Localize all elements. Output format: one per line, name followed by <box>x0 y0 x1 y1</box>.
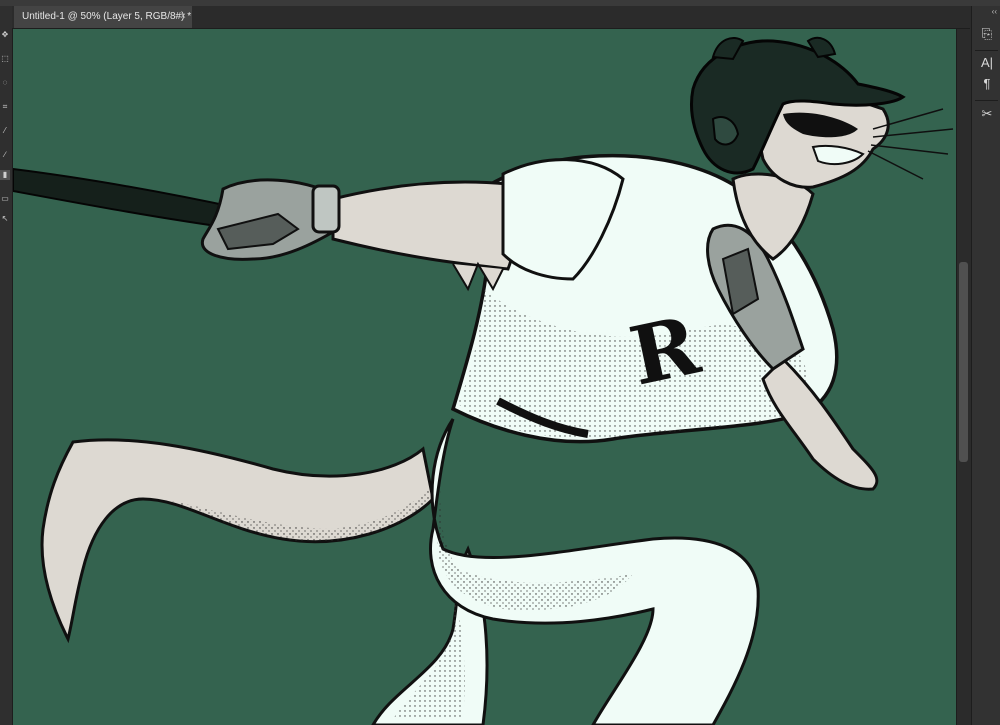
document-tab-bar: Untitled-1 @ 50% (Layer 5, RGB/8#) * × <box>12 6 970 29</box>
eraser-tool-icon[interactable]: ▮ <box>0 170 10 180</box>
type-tool-icon[interactable]: ↖ <box>0 214 10 224</box>
artwork-canvas[interactable]: D R <box>13 29 956 725</box>
document-tab-title: Untitled-1 @ 50% (Layer 5, RGB/8#) * <box>22 11 192 22</box>
character-panel-icon[interactable]: A| <box>977 53 997 73</box>
collapse-panels-icon[interactable]: ‹‹ <box>972 6 1000 18</box>
canvas-area[interactable]: D R <box>13 29 956 725</box>
panel-divider <box>975 50 998 51</box>
panel-divider <box>975 100 998 101</box>
close-tab-icon[interactable]: × <box>180 6 186 28</box>
glove-wristband <box>311 184 341 234</box>
history-panel-icon[interactable]: ⎘ <box>977 24 997 44</box>
paragraph-panel-icon[interactable]: ¶ <box>977 74 997 94</box>
lasso-tool-icon[interactable]: ◌ <box>0 78 10 88</box>
move-tool-icon[interactable]: ✥ <box>0 30 10 40</box>
eyedropper-tool-icon[interactable]: ⁄ <box>0 126 10 136</box>
marquee-tool-icon[interactable]: ⬚ <box>0 54 10 64</box>
tools-panel: ✥ ⬚ ◌ ⌗ ⁄ ∕ ▮ ▭ ↖ <box>0 6 13 725</box>
crop-tool-icon[interactable]: ⌗ <box>0 102 10 112</box>
vertical-scroll-thumb[interactable] <box>959 262 968 462</box>
right-panel-dock: ‹‹ ⎘ A| ¶ ✂ <box>971 6 1000 725</box>
tool-presets-panel-icon[interactable]: ✂ <box>977 104 997 124</box>
document-tab[interactable]: Untitled-1 @ 50% (Layer 5, RGB/8#) * × <box>14 6 192 28</box>
vertical-scrollbar[interactable] <box>956 29 971 725</box>
gradient-tool-icon[interactable]: ▭ <box>0 194 10 204</box>
brush-tool-icon[interactable]: ∕ <box>0 150 10 160</box>
